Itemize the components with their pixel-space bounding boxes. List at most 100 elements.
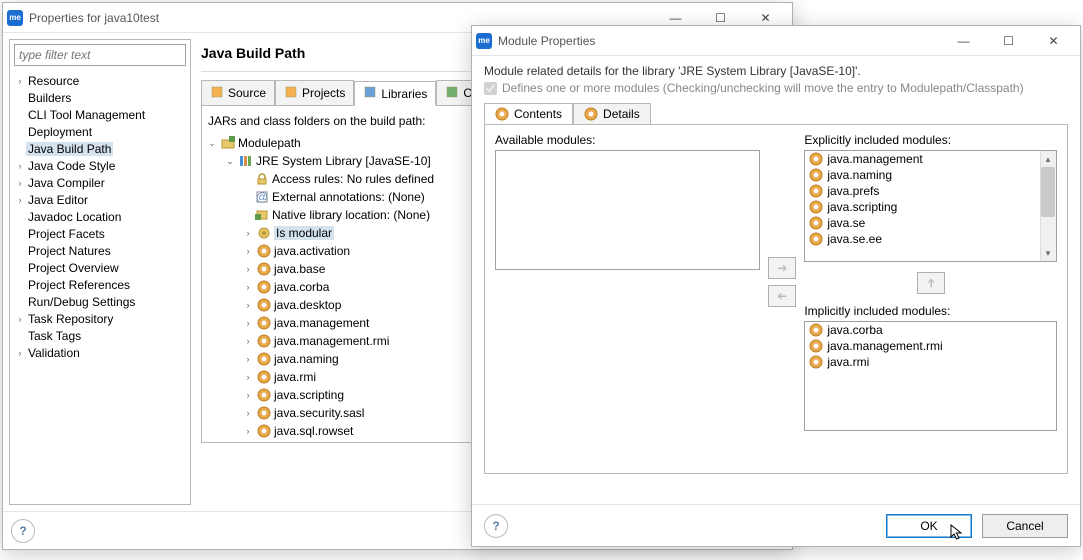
nav-item-cli-tool-management[interactable]: CLI Tool Management [14,106,186,123]
app-icon: me [7,10,23,26]
implicit-modules-list[interactable]: java.corbajava.management.rmijava.rmi [804,321,1057,431]
available-modules-list[interactable] [495,150,760,270]
move-up-button[interactable]: ➔ [917,272,945,294]
nav-item-deployment[interactable]: Deployment [14,123,186,140]
module-item[interactable]: java.corba [805,322,1056,338]
interface-icon [584,107,598,121]
tab-label: Projects [302,86,345,100]
nav-item-javadoc-location[interactable]: Javadoc Location [14,208,186,225]
nav-item-project-natures[interactable]: Project Natures [14,242,186,259]
interface-icon [809,200,823,214]
nav-item-label: Run/Debug Settings [26,295,137,309]
module-label: java.se.ee [827,232,882,246]
module-label: java.se [827,216,865,230]
chevron-right-icon: › [14,76,26,86]
dialog-description: Module related details for the library '… [484,64,1068,78]
scroll-up-icon[interactable]: ▴ [1040,151,1056,167]
tab-projects[interactable]: Projects [275,80,354,105]
chevron-right-icon[interactable]: › [242,264,254,274]
module-item[interactable]: java.naming [805,167,1056,183]
cancel-button[interactable]: Cancel [982,514,1068,538]
transfer-buttons: ➔ ➔ [768,133,796,431]
module-label: java.naming [827,168,892,182]
tree-label: External annotations: (None) [272,190,425,204]
interface-icon [809,355,823,369]
dialog-titlebar[interactable]: me Module Properties — ☐ ✕ [472,26,1080,56]
modulepath-icon [220,135,236,151]
chevron-down-icon[interactable]: ⌄ [224,156,236,167]
tab-libraries[interactable]: Libraries [354,81,436,106]
tab-source[interactable]: Source [201,80,275,105]
arrow-right-icon: ➔ [777,261,787,275]
nav-item-java-code-style[interactable]: ›Java Code Style [14,157,186,174]
module-item[interactable]: java.management [805,151,1056,167]
tree-label: java.desktop [274,298,341,312]
chevron-right-icon[interactable]: › [242,228,254,238]
nav-item-resource[interactable]: ›Resource [14,72,186,89]
chevron-right-icon[interactable]: › [242,300,254,310]
chevron-right-icon[interactable]: › [242,246,254,256]
module-item[interactable]: java.prefs [805,183,1056,199]
move-left-button[interactable]: ➔ [768,285,796,307]
defines-modules-checkbox[interactable] [484,82,497,95]
module-item[interactable]: java.se [805,215,1056,231]
tree-label: java.management.rmi [274,334,389,348]
maximize-button[interactable]: ☐ [986,26,1031,55]
nav-item-java-compiler[interactable]: ›Java Compiler [14,174,186,191]
nav-item-run-debug-settings[interactable]: Run/Debug Settings [14,293,186,310]
nav-item-java-build-path[interactable]: Java Build Path [14,140,186,157]
nav-item-project-references[interactable]: Project References [14,276,186,293]
dialog-content: Available modules: ➔ ➔ Explicitly includ… [484,124,1068,474]
dialog-tab-details[interactable]: Details [573,103,651,124]
chevron-right-icon[interactable]: › [242,426,254,436]
interface-icon [256,261,272,277]
nav-item-java-editor[interactable]: ›Java Editor [14,191,186,208]
interface-icon [256,387,272,403]
nav-item-validation[interactable]: ›Validation [14,344,186,361]
ok-button[interactable]: OK [886,514,972,538]
dialog-tab-contents[interactable]: Contents [484,103,573,124]
scrollbar[interactable]: ▴ ▾ [1040,151,1056,261]
tree-label: java.corba [274,280,329,294]
tree-label: java.management [274,316,369,330]
module-item[interactable]: java.se.ee [805,231,1056,247]
interface-icon [256,333,272,349]
minimize-button[interactable]: — [941,26,986,55]
dialog-help-button[interactable]: ? [484,514,508,538]
chevron-down-icon[interactable]: ⌄ [206,138,218,149]
nav-item-builders[interactable]: Builders [14,89,186,106]
dialog-tabs: ContentsDetails [484,103,1068,124]
nav-item-task-tags[interactable]: Task Tags [14,327,186,344]
chevron-right-icon: › [14,195,26,205]
chevron-right-icon[interactable]: › [242,408,254,418]
nav-item-project-overview[interactable]: Project Overview [14,259,186,276]
filter-input[interactable] [14,44,186,66]
move-right-button[interactable]: ➔ [768,257,796,279]
module-item[interactable]: java.rmi [805,354,1056,370]
chevron-right-icon[interactable]: › [242,390,254,400]
interface-icon [495,107,509,121]
help-button[interactable]: ? [11,519,35,543]
close-button[interactable]: ✕ [1031,26,1076,55]
svg-text:@: @ [256,190,268,204]
chevron-right-icon[interactable]: › [242,354,254,364]
tree-label: java.activation [274,244,350,258]
access-rules-icon [254,171,270,187]
chevron-right-icon[interactable]: › [242,318,254,328]
chevron-right-icon: › [14,348,26,358]
scroll-thumb[interactable] [1041,167,1055,217]
nav-item-project-facets[interactable]: Project Facets [14,225,186,242]
chevron-right-icon[interactable]: › [242,336,254,346]
chevron-right-icon[interactable]: › [242,372,254,382]
module-item[interactable]: java.management.rmi [805,338,1056,354]
interface-icon [256,297,272,313]
tree-label: Native library location: (None) [272,208,430,222]
defines-modules-checkbox-row[interactable]: Defines one or more modules (Checking/un… [484,81,1068,95]
scroll-down-icon[interactable]: ▾ [1040,245,1056,261]
explicit-modules-list[interactable]: java.managementjava.namingjava.prefsjava… [804,150,1057,262]
module-label: java.management [827,152,922,166]
tree-label: java.sql.rowset [274,424,353,438]
module-item[interactable]: java.scripting [805,199,1056,215]
nav-item-task-repository[interactable]: ›Task Repository [14,310,186,327]
chevron-right-icon[interactable]: › [242,282,254,292]
